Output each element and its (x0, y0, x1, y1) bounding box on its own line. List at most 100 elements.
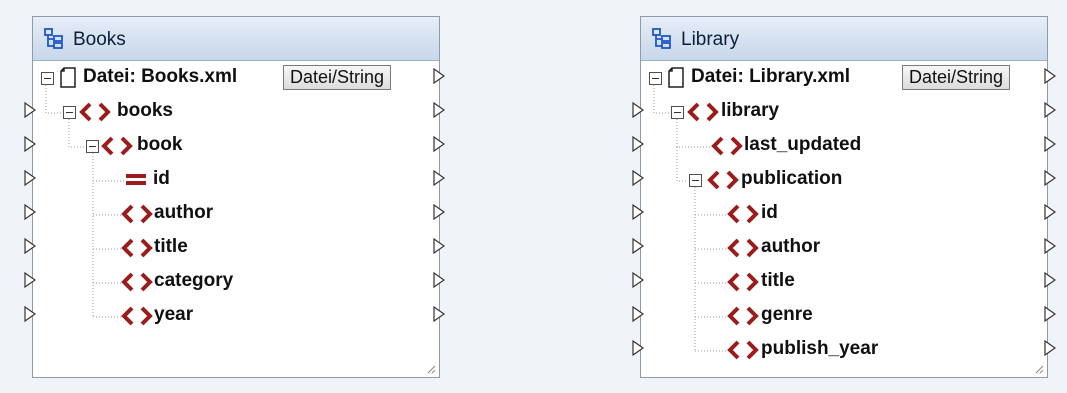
node-label: book (137, 134, 183, 155)
file-string-button[interactable]: Datei/String (902, 65, 1011, 90)
tree-node-category[interactable]: category (33, 265, 441, 299)
output-connector-icon[interactable] (1044, 340, 1056, 356)
library-component[interactable]: Library Datei: Library.xml Datei/String … (640, 16, 1048, 378)
node-label: publish_year (761, 338, 879, 359)
tree-node-author[interactable]: author (641, 231, 1049, 265)
input-connector-icon[interactable] (632, 102, 644, 118)
node-label: id (153, 168, 170, 189)
component-title: Books (73, 29, 126, 50)
node-label: year (154, 304, 194, 325)
node-label: title (154, 236, 188, 257)
input-connector-icon[interactable] (632, 340, 644, 356)
output-connector-icon[interactable] (433, 272, 445, 288)
component-icon (44, 28, 63, 49)
input-connector-icon[interactable] (632, 136, 644, 152)
tree-node-author[interactable]: author (33, 197, 441, 231)
input-connector-icon[interactable] (24, 170, 36, 186)
output-connector-icon[interactable] (1044, 238, 1056, 254)
resize-grip-icon[interactable] (1034, 364, 1044, 374)
file-row[interactable]: Datei: Books.xml Datei/String (33, 61, 441, 95)
element-icon (79, 102, 111, 122)
collapse-toggle-icon[interactable] (649, 72, 662, 85)
element-icon (687, 102, 719, 122)
output-connector-icon[interactable] (433, 306, 445, 322)
element-icon (727, 306, 759, 326)
output-connector-icon[interactable] (433, 238, 445, 254)
node-label: last_updated (744, 134, 862, 155)
node-label: author (761, 236, 821, 257)
element-icon (121, 238, 153, 258)
input-connector-icon[interactable] (24, 306, 36, 322)
collapse-toggle-icon[interactable] (86, 140, 99, 153)
component-icon (652, 28, 671, 49)
output-connector-icon[interactable] (433, 204, 445, 220)
output-connector-icon[interactable] (1044, 136, 1056, 152)
tree-node-library[interactable]: library (641, 95, 1049, 129)
output-connector-icon[interactable] (433, 170, 445, 186)
collapse-toggle-icon[interactable] (689, 174, 702, 187)
input-connector-icon[interactable] (24, 102, 36, 118)
input-connector-icon[interactable] (632, 306, 644, 322)
output-connector-icon[interactable] (433, 68, 445, 84)
input-connector-icon[interactable] (24, 204, 36, 220)
element-icon (727, 204, 759, 224)
output-connector-icon[interactable] (1044, 204, 1056, 220)
component-title: Library (681, 29, 740, 50)
element-icon (121, 306, 153, 326)
library-component-header[interactable]: Library (641, 17, 1047, 61)
output-connector-icon[interactable] (1044, 306, 1056, 322)
node-label: library (721, 100, 780, 121)
element-icon (727, 272, 759, 292)
input-connector-icon[interactable] (632, 238, 644, 254)
element-icon (727, 340, 759, 360)
output-connector-icon[interactable] (1044, 170, 1056, 186)
node-label: publication (741, 168, 843, 189)
tree-node-last-updated[interactable]: last_updated (641, 129, 1049, 163)
output-connector-icon[interactable] (1044, 102, 1056, 118)
input-connector-icon[interactable] (632, 272, 644, 288)
collapse-toggle-icon[interactable] (41, 72, 54, 85)
file-label: Datei: Library.xml (691, 66, 851, 87)
file-label: Datei: Books.xml (83, 66, 238, 87)
input-connector-icon[interactable] (24, 238, 36, 254)
file-icon (60, 67, 76, 88)
element-icon (727, 238, 759, 258)
node-label: category (154, 270, 234, 291)
tree-node-publish-year[interactable]: publish_year (641, 333, 1049, 367)
element-icon (121, 204, 153, 224)
input-connector-icon[interactable] (24, 272, 36, 288)
output-connector-icon[interactable] (433, 136, 445, 152)
node-label: title (761, 270, 795, 291)
tree-node-year[interactable]: year (33, 299, 441, 333)
books-component-header[interactable]: Books (33, 17, 439, 61)
tree-node-id[interactable]: id (641, 197, 1049, 231)
collapse-toggle-icon[interactable] (671, 106, 684, 119)
element-icon (101, 136, 133, 156)
tree-node-title[interactable]: title (641, 265, 1049, 299)
input-connector-icon[interactable] (632, 204, 644, 220)
node-label: id (761, 202, 778, 223)
attribute-icon (126, 174, 146, 185)
file-row[interactable]: Datei: Library.xml Datei/String (641, 61, 1049, 95)
element-icon (121, 272, 153, 292)
tree-node-title[interactable]: title (33, 231, 441, 265)
tree-node-id[interactable]: id (33, 163, 441, 197)
resize-grip-icon[interactable] (426, 364, 436, 374)
tree-node-book[interactable]: book (33, 129, 441, 163)
output-connector-icon[interactable] (1044, 272, 1056, 288)
output-connector-icon[interactable] (1044, 68, 1056, 84)
books-component[interactable]: Books Datei: Books.xml Datei/String book… (32, 16, 440, 378)
tree-node-genre[interactable]: genre (641, 299, 1049, 333)
output-connector-icon[interactable] (433, 102, 445, 118)
input-connector-icon[interactable] (24, 136, 36, 152)
element-icon (711, 136, 743, 156)
tree-node-publication[interactable]: publication (641, 163, 1049, 197)
node-label: books (117, 100, 173, 121)
file-string-button[interactable]: Datei/String (283, 65, 392, 90)
node-label: genre (761, 304, 813, 325)
node-label: author (154, 202, 214, 223)
input-connector-icon[interactable] (632, 170, 644, 186)
tree-node-books[interactable]: books (33, 95, 441, 129)
collapse-toggle-icon[interactable] (63, 106, 76, 119)
file-icon (668, 67, 684, 88)
